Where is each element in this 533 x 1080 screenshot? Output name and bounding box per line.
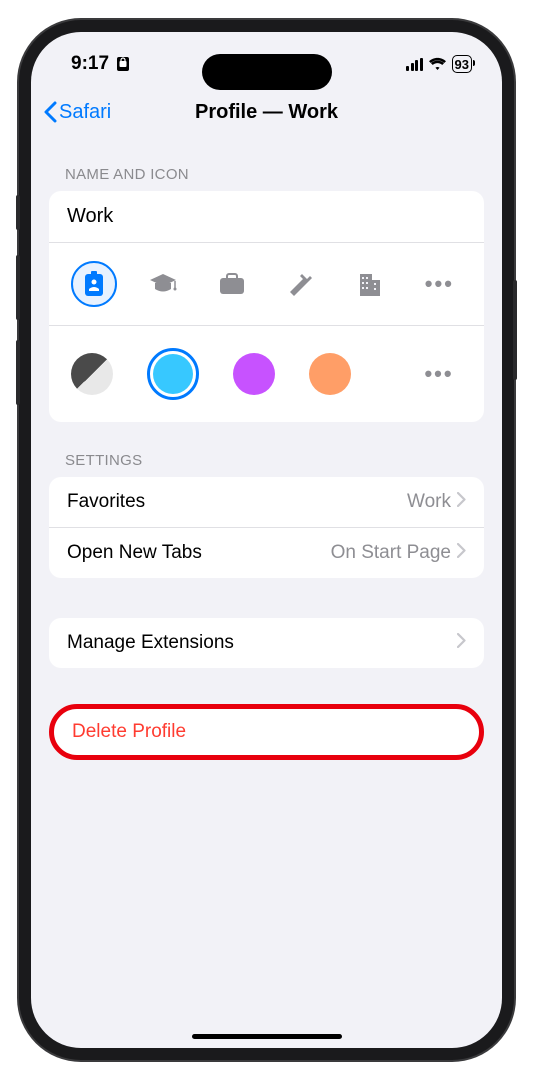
wifi-icon [428, 57, 447, 71]
favorites-label: Favorites [67, 491, 145, 513]
icon-picker-row: ••• [49, 243, 484, 326]
signal-icon [406, 58, 423, 71]
delete-profile-button[interactable]: Delete Profile [54, 709, 479, 755]
open-new-tabs-label: Open New Tabs [67, 542, 202, 564]
ellipsis-icon: ••• [424, 361, 453, 387]
chevron-right-icon [457, 491, 466, 513]
portrait-lock-icon [115, 56, 131, 72]
color-option-purple[interactable] [233, 353, 275, 395]
back-button[interactable]: Safari [43, 101, 111, 124]
profile-name-input[interactable]: Work [49, 191, 484, 243]
chevron-right-icon [457, 542, 466, 564]
favorites-value: Work [407, 491, 451, 513]
icon-option-graduation[interactable] [140, 261, 186, 307]
chevron-left-icon [43, 101, 57, 123]
icon-option-briefcase[interactable] [209, 261, 255, 307]
delete-profile-card: Delete Profile [49, 704, 484, 760]
color-option-default[interactable] [71, 353, 113, 395]
settings-card: Favorites Work Open New Tabs On Start Pa… [49, 477, 484, 578]
open-new-tabs-row[interactable]: Open New Tabs On Start Page [49, 528, 484, 578]
chevron-right-icon [457, 632, 466, 654]
color-option-orange[interactable] [309, 353, 351, 395]
back-label: Safari [59, 101, 111, 124]
icon-option-hammer[interactable] [278, 261, 324, 307]
page-title: Profile — Work [195, 101, 338, 124]
extensions-card: Manage Extensions [49, 618, 484, 668]
section-header-settings: SETTINGS [49, 422, 484, 477]
icon-option-more[interactable]: ••• [416, 261, 462, 307]
manage-extensions-label: Manage Extensions [67, 632, 234, 654]
color-option-more[interactable]: ••• [416, 351, 462, 397]
color-option-blue[interactable] [147, 348, 199, 400]
color-picker-row: ••• [49, 326, 484, 422]
icon-option-badge[interactable] [71, 261, 117, 307]
battery-icon: 93 [452, 55, 472, 73]
ellipsis-icon: ••• [425, 271, 454, 297]
name-icon-card: Work [49, 191, 484, 422]
nav-bar: Safari Profile — Work [31, 88, 502, 136]
home-indicator[interactable] [192, 1034, 342, 1039]
favorites-row[interactable]: Favorites Work [49, 477, 484, 528]
status-time: 9:17 [71, 53, 109, 75]
section-header-name-icon: NAME AND ICON [49, 136, 484, 191]
manage-extensions-row[interactable]: Manage Extensions [49, 618, 484, 668]
icon-option-building[interactable] [347, 261, 393, 307]
open-new-tabs-value: On Start Page [331, 542, 451, 564]
